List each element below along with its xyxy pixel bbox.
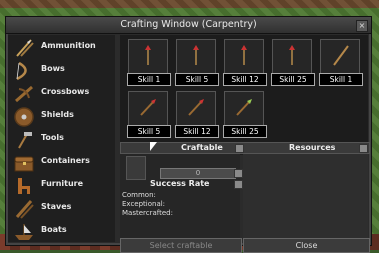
common-rate-label: Common: xyxy=(122,191,156,199)
category-label: Containers xyxy=(41,156,90,165)
category-crossbows[interactable]: Crossbows xyxy=(8,83,115,105)
item-slot[interactable]: Skill 5 xyxy=(175,39,219,86)
arrow-icon xyxy=(289,45,295,65)
quantity-field[interactable]: 0 xyxy=(160,168,236,179)
category-tools[interactable]: Tools xyxy=(8,129,115,151)
category-shields[interactable]: Shields xyxy=(8,106,115,128)
category-label: Bows xyxy=(41,64,65,73)
category-furniture[interactable]: Furniture xyxy=(8,175,115,197)
selected-item-thumbnail xyxy=(126,156,146,180)
category-label: Tools xyxy=(41,133,64,142)
chest-icon xyxy=(14,156,34,172)
crafting-window: Crafting Window (Carpentry) × Ammunition… xyxy=(5,16,372,253)
category-label: Ammunition xyxy=(41,41,96,50)
category-label: Staves xyxy=(41,202,72,211)
item-slot[interactable]: Skill 12 xyxy=(175,91,219,138)
select-craftable-button[interactable]: Select craftable xyxy=(120,238,242,253)
skill-requirement: Skill 5 xyxy=(127,125,171,138)
bolt-icon xyxy=(188,99,204,116)
resources-header: Resources xyxy=(289,143,336,152)
quantity-increase-button[interactable] xyxy=(234,169,243,178)
arrows-icon xyxy=(16,39,34,57)
skill-requirement: Skill 25 xyxy=(223,125,267,138)
arrow-icon xyxy=(193,45,199,65)
item-slot[interactable]: Skill 25 xyxy=(271,39,315,86)
category-boats[interactable]: Boats xyxy=(8,221,115,243)
craftable-items-grid: Skill 1 Skill 5 Skill 12 Skill 25 Skill … xyxy=(120,35,368,155)
craftable-header: Craftable xyxy=(181,143,223,152)
item-slot[interactable]: Skill 5 xyxy=(127,91,171,138)
bolt-icon xyxy=(140,99,156,116)
category-ammunition[interactable]: Ammunition xyxy=(8,37,115,59)
mastercrafted-rate-label: Mastercrafted: xyxy=(122,209,173,217)
item-slot[interactable]: Skill 12 xyxy=(223,39,267,86)
skill-requirement: Skill 12 xyxy=(175,125,219,138)
arrow-icon xyxy=(145,45,151,65)
window-title: Crafting Window (Carpentry) xyxy=(120,19,257,30)
shield-icon xyxy=(14,107,34,127)
skill-requirement: Skill 1 xyxy=(319,73,363,86)
success-rate-expand-button[interactable] xyxy=(234,180,243,189)
exceptional-rate-label: Exceptional: xyxy=(122,200,166,208)
category-label: Crossbows xyxy=(41,87,90,96)
category-label: Boats xyxy=(41,225,67,234)
category-staves[interactable]: Staves xyxy=(8,198,115,220)
skill-requirement: Skill 12 xyxy=(223,73,267,86)
item-slot[interactable]: Skill 1 xyxy=(127,39,171,86)
shaft-icon xyxy=(333,45,349,66)
mouse-cursor xyxy=(150,142,157,151)
boat-icon xyxy=(15,224,33,240)
item-slot[interactable]: Skill 1 xyxy=(319,39,363,86)
crossbow-icon xyxy=(15,85,33,103)
chair-icon xyxy=(18,178,30,194)
skill-requirement: Skill 1 xyxy=(127,73,171,86)
close-button[interactable]: Close xyxy=(243,238,370,253)
resources-expand-button[interactable] xyxy=(359,144,368,153)
resources-panel xyxy=(243,154,368,242)
category-label: Furniture xyxy=(41,179,84,188)
arrow-icon xyxy=(241,45,247,65)
bolt-icon xyxy=(236,99,252,116)
item-slot[interactable]: Skill 25 xyxy=(223,91,267,138)
tools-icon xyxy=(18,132,32,149)
skill-requirement: Skill 25 xyxy=(271,73,315,86)
staff-icon xyxy=(15,200,34,219)
window-close-icon[interactable]: × xyxy=(356,20,368,32)
skill-requirement: Skill 5 xyxy=(175,73,219,86)
category-bows[interactable]: Bows xyxy=(8,60,115,82)
craftable-expand-button[interactable] xyxy=(235,144,244,153)
bow-icon xyxy=(16,61,27,81)
category-label: Shields xyxy=(41,110,74,119)
detail-header-row: Craftable Resources xyxy=(120,142,370,154)
window-titlebar[interactable]: Crafting Window (Carpentry) × xyxy=(6,17,371,34)
category-containers[interactable]: Containers xyxy=(8,152,115,174)
craftable-detail-panel: 0 Success Rate Common: Exceptional: Mast… xyxy=(120,154,243,242)
success-rate-title: Success Rate xyxy=(150,179,210,188)
category-sidebar: Ammunition Bows Crossbows Shields Tools … xyxy=(8,35,115,242)
